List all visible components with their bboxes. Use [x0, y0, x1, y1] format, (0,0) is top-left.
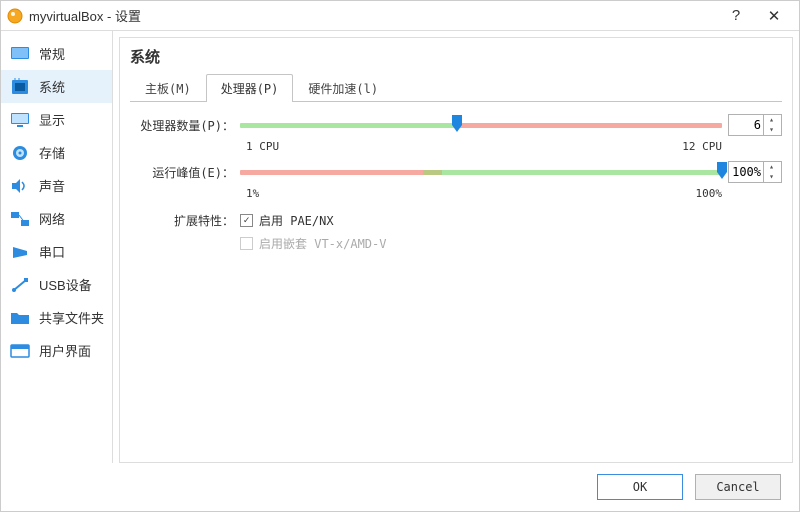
sidebar-label: USB设备: [39, 275, 92, 294]
spin-up-icon[interactable]: ▴: [764, 115, 779, 125]
cpu-count-spinner[interactable]: ▴▾: [728, 114, 782, 136]
cancel-button[interactable]: Cancel: [695, 474, 781, 500]
close-button[interactable]: ✕: [755, 1, 793, 30]
check-label: 启用 PAE/NX: [259, 212, 334, 229]
sidebar-item-shared[interactable]: 共享文件夹: [1, 301, 112, 334]
sidebar-label: 共享文件夹: [39, 308, 104, 327]
checkbox-icon: [240, 237, 253, 250]
storage-icon: [9, 144, 31, 162]
audio-icon: [9, 177, 31, 195]
system-icon: [9, 78, 31, 96]
serial-icon: [9, 243, 31, 261]
sidebar-item-general[interactable]: 常规: [1, 37, 112, 70]
ok-button[interactable]: OK: [597, 474, 683, 500]
sidebar-item-audio[interactable]: 声音: [1, 169, 112, 202]
exec-cap-label: 运行峰值(E)：: [130, 164, 240, 181]
sidebar-label: 常规: [39, 44, 65, 63]
sidebar-item-display[interactable]: 显示: [1, 103, 112, 136]
sidebar-label: 存储: [39, 143, 65, 162]
app-icon: [7, 8, 23, 24]
sidebar-item-ui[interactable]: 用户界面: [1, 334, 112, 367]
sidebar-label: 声音: [39, 176, 65, 195]
titlebar: myvirtualBox - 设置 ? ✕: [1, 1, 799, 31]
cpu-count-label: 处理器数量(P)：: [130, 117, 240, 134]
footer: OK Cancel: [1, 463, 799, 511]
sidebar-label: 系统: [39, 77, 65, 96]
sidebar-label: 用户界面: [39, 341, 91, 360]
spin-up-icon[interactable]: ▴: [764, 162, 779, 172]
sidebar-item-system[interactable]: 系统: [1, 70, 112, 103]
cpu-count-input[interactable]: [729, 118, 763, 132]
exec-cap-slider[interactable]: [240, 163, 722, 181]
checkbox-icon: ✓: [240, 214, 253, 227]
display-icon: [9, 111, 31, 129]
spin-down-icon[interactable]: ▾: [764, 172, 779, 182]
exec-min-label: 1%: [246, 187, 259, 200]
ext-label: 扩展特性：: [130, 212, 240, 252]
exec-max-label: 100%: [696, 187, 723, 200]
cpu-min-label: 1 CPU: [246, 140, 279, 153]
check-label: 启用嵌套 VT-x/AMD-V: [259, 235, 386, 252]
check-pae-nx[interactable]: ✓ 启用 PAE/NX: [240, 212, 386, 229]
tab-accel[interactable]: 硬件加速(l): [293, 74, 393, 102]
tab-panel: 处理器数量(P)： ▴▾: [130, 102, 782, 252]
sidebar-label: 显示: [39, 110, 65, 129]
ui-icon: [9, 342, 31, 360]
help-button[interactable]: ?: [717, 1, 755, 30]
window-title: myvirtualBox - 设置: [29, 6, 717, 25]
sidebar-item-usb[interactable]: USB设备: [1, 268, 112, 301]
tabs: 主板(M) 处理器(P) 硬件加速(l): [130, 73, 782, 102]
sidebar-item-serial[interactable]: 串口: [1, 235, 112, 268]
sidebar-label: 网络: [39, 209, 65, 228]
check-nested-vt: 启用嵌套 VT-x/AMD-V: [240, 235, 386, 252]
sidebar-item-storage[interactable]: 存储: [1, 136, 112, 169]
usb-icon: [9, 276, 31, 294]
sidebar-label: 串口: [39, 242, 65, 261]
tab-processor[interactable]: 处理器(P): [206, 74, 294, 102]
shared-folder-icon: [9, 309, 31, 327]
exec-cap-input[interactable]: [729, 165, 763, 179]
cpu-max-label: 12 CPU: [682, 140, 722, 153]
spin-down-icon[interactable]: ▾: [764, 125, 779, 135]
cpu-count-slider[interactable]: [240, 116, 722, 134]
exec-cap-spinner[interactable]: ▴▾: [728, 161, 782, 183]
tab-motherboard[interactable]: 主板(M): [130, 74, 206, 102]
network-icon: [9, 210, 31, 228]
general-icon: [9, 45, 31, 63]
sidebar: 常规 系统 显示 存储 声音 网络: [1, 31, 113, 463]
main-panel: 系统 主板(M) 处理器(P) 硬件加速(l) 处理器数量(P)：: [119, 37, 793, 463]
page-title: 系统: [130, 46, 782, 67]
sidebar-item-network[interactable]: 网络: [1, 202, 112, 235]
